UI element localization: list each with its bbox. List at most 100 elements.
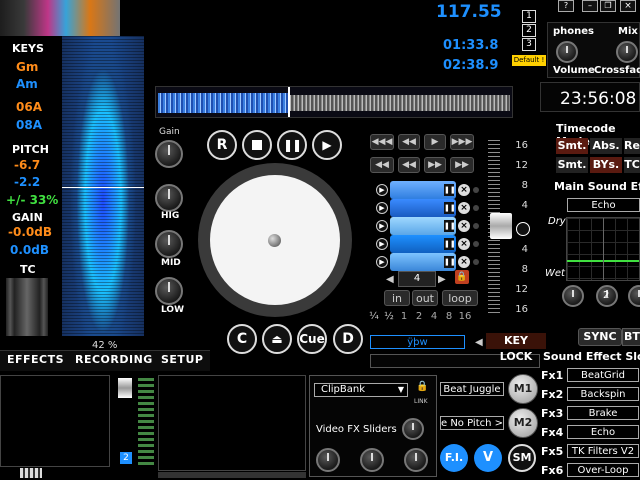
fi-button[interactable]: F.I. xyxy=(440,444,468,472)
cue-button[interactable]: Cue xyxy=(297,324,327,354)
video-fx-knob-1[interactable] xyxy=(316,448,340,472)
loop-beat-2[interactable]: 2 xyxy=(413,311,425,327)
eq-gain-knob[interactable] xyxy=(155,140,183,168)
loop-beat-16[interactable]: 16 xyxy=(458,311,472,327)
effect-knob-1[interactable] xyxy=(562,285,584,307)
timecode-smt-2[interactable]: Smt. xyxy=(556,157,588,173)
m1-button[interactable]: M1 xyxy=(508,374,538,404)
bt-button[interactable]: BT xyxy=(622,328,640,346)
eject-button[interactable]: ⏏ xyxy=(262,324,292,354)
deck-2-button[interactable]: 2 xyxy=(522,24,536,37)
loop-beat-quarter[interactable]: ¼ xyxy=(368,311,380,327)
seek-back-button[interactable]: ◀◀ xyxy=(398,134,420,150)
m2-button[interactable]: M2 xyxy=(508,408,538,438)
play-button[interactable]: ▶ xyxy=(312,130,342,160)
restore-button[interactable]: ❐ xyxy=(600,0,616,12)
seek-back-fast-button[interactable]: ◀◀◀ xyxy=(370,134,394,150)
effect-row-5-pause[interactable]: ❚❚ xyxy=(444,256,456,268)
fx4-slot[interactable]: Echo xyxy=(567,425,639,439)
beat-juggle-button[interactable]: Beat Juggle xyxy=(440,382,504,396)
effect-row-2-play[interactable]: ▶ xyxy=(376,202,388,214)
phones-volume-knob[interactable] xyxy=(556,41,578,63)
effect-knob-3[interactable] xyxy=(628,285,640,307)
pause-button[interactable]: ❚❚ xyxy=(277,130,307,160)
loop-count[interactable]: 4 xyxy=(398,271,436,287)
loop-next-button[interactable]: ▶ xyxy=(438,274,446,285)
key-lock-button[interactable]: KEY LOCK xyxy=(486,333,546,363)
effect-row-4-play[interactable]: ▶ xyxy=(376,238,388,250)
vertical-waveform[interactable] xyxy=(62,36,144,336)
timecode-rel[interactable]: Re xyxy=(624,138,640,154)
loop-beat-4[interactable]: 4 xyxy=(428,311,440,327)
effect-row-1-close[interactable]: × xyxy=(458,184,470,196)
loop-lock-icon[interactable]: 🔒 xyxy=(455,270,469,284)
video-fx-knob-3[interactable] xyxy=(404,448,428,472)
cue-d-button[interactable]: D xyxy=(333,324,363,354)
pitch-slider-handle[interactable] xyxy=(490,213,512,239)
skip-prev-button[interactable]: ◀◀ xyxy=(398,157,420,173)
tab-setup[interactable]: SETUP xyxy=(161,353,203,369)
v-button[interactable]: V xyxy=(474,444,502,472)
timecode-abs[interactable]: Abs. xyxy=(590,138,622,154)
effect-row-4-close[interactable]: × xyxy=(458,238,470,250)
rec-r-button[interactable]: R xyxy=(207,130,237,160)
key-lock-prev[interactable]: ◀ xyxy=(475,337,483,348)
fx1-slot[interactable]: BeatGrid xyxy=(567,368,639,382)
effect-row-1-play[interactable]: ▶ xyxy=(376,184,388,196)
skip-start-button[interactable]: ◀◀ xyxy=(370,157,394,173)
no-pitch-button[interactable]: e No Pitch > xyxy=(440,416,504,430)
mix-crossfade-knob[interactable] xyxy=(616,41,638,63)
time-remaining[interactable]: 02:38.9 xyxy=(443,58,498,73)
clipbank-select[interactable]: ClipBank ▼ xyxy=(314,383,408,397)
loop-out-button[interactable]: out xyxy=(412,290,438,306)
help-button[interactable]: ? xyxy=(558,0,574,12)
effect-row-3-play[interactable]: ▶ xyxy=(376,220,388,232)
eq-hig-knob[interactable] xyxy=(155,184,183,212)
effect-row-2-pause[interactable]: ❚❚ xyxy=(444,202,456,214)
effect-row-5-play[interactable]: ▶ xyxy=(376,256,388,268)
effect-row-1-pause[interactable]: ❚❚ xyxy=(444,184,456,196)
sync-button[interactable]: SYNC xyxy=(578,328,622,346)
fx6-slot[interactable]: Over-Loop xyxy=(567,463,639,477)
video-preview-scrollbar[interactable] xyxy=(158,472,306,478)
clipbank-lock-icon[interactable]: 🔒 xyxy=(416,381,428,392)
fx2-slot[interactable]: Backspin xyxy=(567,387,639,401)
effect-row-2-close[interactable]: × xyxy=(458,202,470,214)
cue-c-button[interactable]: C xyxy=(227,324,257,354)
deck-1-button[interactable]: 1 xyxy=(522,10,536,23)
seek-forward-fast-button[interactable]: ▶▶▶ xyxy=(450,134,474,150)
time-elapsed[interactable]: 01:33.8 xyxy=(443,38,498,53)
video-fx-knob-2[interactable] xyxy=(360,448,384,472)
effect-row-3-close[interactable]: × xyxy=(458,220,470,232)
tab-effects[interactable]: EFFECTS xyxy=(7,353,64,369)
timecode-smt-1[interactable]: Smt. xyxy=(556,138,588,154)
jog-wheel[interactable] xyxy=(198,163,352,317)
tab-recording[interactable]: RECORDING xyxy=(75,353,153,369)
minimize-button[interactable]: – xyxy=(582,0,598,12)
fx3-slot[interactable]: Brake xyxy=(567,406,639,420)
loop-prev-button[interactable]: ◀ xyxy=(386,274,394,285)
deck-text-field[interactable]: ÿþw xyxy=(370,335,465,349)
channel-fader[interactable] xyxy=(118,378,132,398)
deck-3-button[interactable]: 3 xyxy=(522,38,536,51)
effect-row-5-close[interactable]: × xyxy=(458,256,470,268)
effect-graph[interactable] xyxy=(566,217,640,281)
effect-row-3-pause[interactable]: ❚❚ xyxy=(444,220,456,232)
loop-in-button[interactable]: in xyxy=(384,290,410,306)
default-button[interactable]: Default ! xyxy=(512,55,546,66)
loop-loop-button[interactable]: loop xyxy=(442,290,478,306)
loop-beats[interactable]: ¼ ½ 1 2 4 8 16 xyxy=(368,311,478,327)
timecode-bys[interactable]: BYs. xyxy=(590,157,622,173)
loop-beat-1[interactable]: 1 xyxy=(398,311,410,327)
timecode-tc[interactable]: TC xyxy=(624,157,640,173)
loop-beat-8[interactable]: 8 xyxy=(443,311,455,327)
deck-number-badge[interactable]: 2 xyxy=(120,452,132,464)
track-waveform[interactable] xyxy=(155,86,513,118)
eq-low-knob[interactable] xyxy=(155,277,183,305)
main-effect-select[interactable]: Echo xyxy=(567,198,640,212)
sm-button[interactable]: SM xyxy=(508,444,536,472)
seek-forward-button[interactable]: ▶ xyxy=(424,134,446,150)
stop-button[interactable] xyxy=(242,130,272,160)
fx5-slot[interactable]: TK Filters V2 xyxy=(567,444,639,458)
close-button[interactable]: × xyxy=(620,0,636,12)
